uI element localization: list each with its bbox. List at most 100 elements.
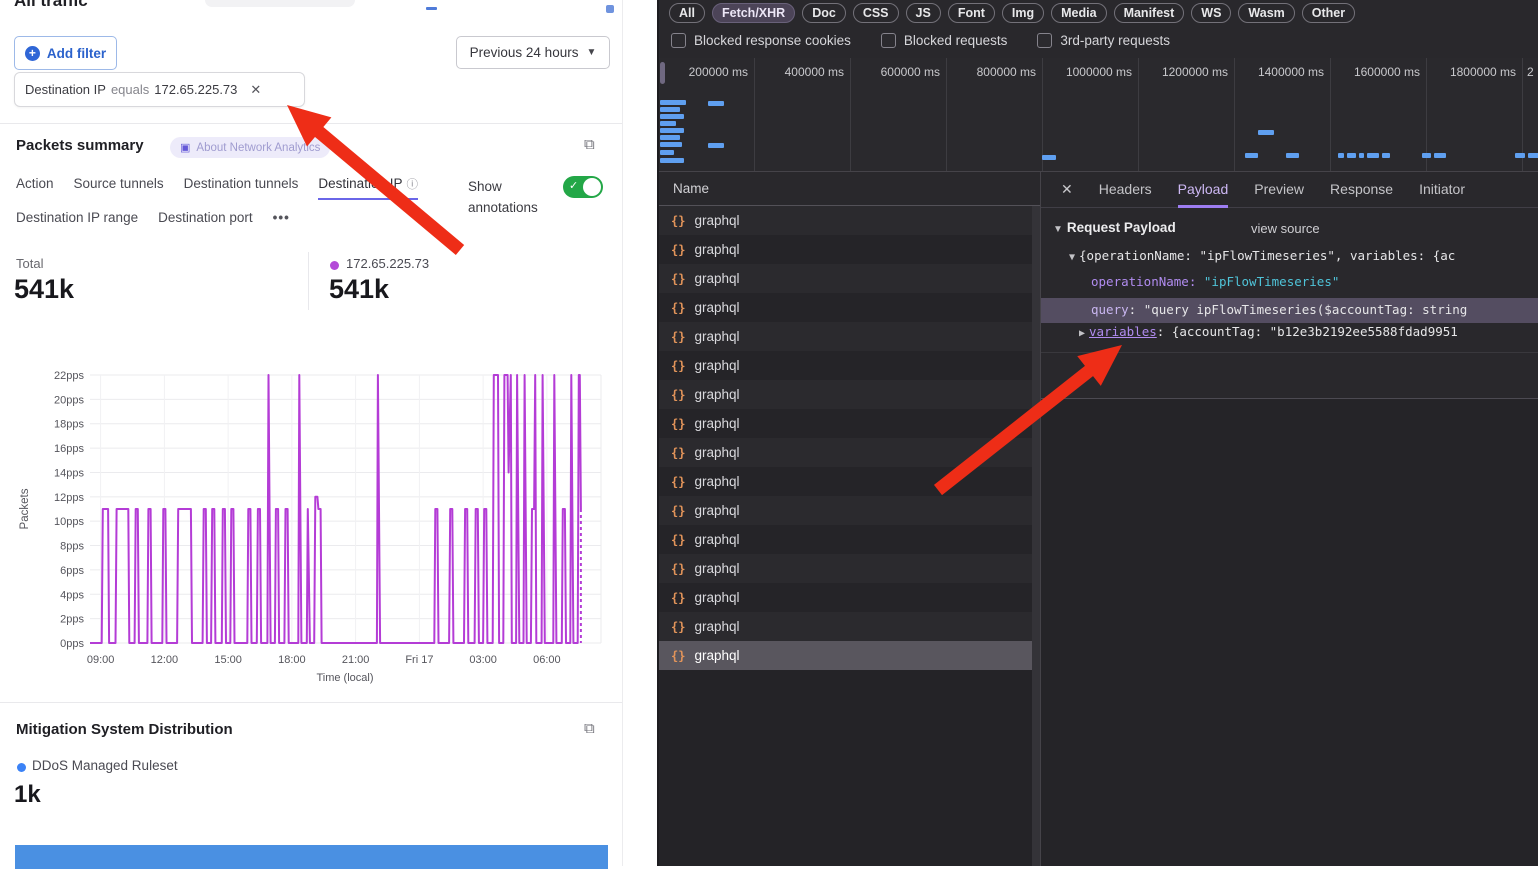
network-request-mark[interactable] xyxy=(660,135,680,140)
network-request-mark[interactable] xyxy=(660,128,684,133)
payload-variables-row[interactable]: ▶variables: {accountTag: "b12e3b2192ee55… xyxy=(1079,324,1458,339)
network-request-row[interactable]: {}graphql xyxy=(659,525,1040,554)
close-icon[interactable]: ✕ xyxy=(1061,181,1073,198)
toggle-knob xyxy=(583,178,601,196)
network-request-mark[interactable] xyxy=(1515,153,1525,158)
network-request-mark[interactable] xyxy=(1042,155,1056,160)
annotations-toggle[interactable]: ✓ xyxy=(563,176,603,198)
name-column-header[interactable]: Name xyxy=(659,172,1040,206)
timeline-scrub-handle[interactable] xyxy=(660,62,665,84)
expand-card-icon[interactable]: ⧉ xyxy=(584,136,595,153)
network-request-mark[interactable] xyxy=(660,114,684,119)
more-tabs-button[interactable]: ••• xyxy=(273,210,290,231)
view-source-link[interactable]: view source xyxy=(1251,221,1320,236)
network-request-row[interactable]: {}graphql xyxy=(659,438,1040,467)
json-icon: {} xyxy=(671,620,685,634)
network-overview-timeline[interactable]: 200000 ms400000 ms600000 ms800000 ms1000… xyxy=(659,58,1538,172)
tab-action[interactable]: Action xyxy=(16,176,54,200)
details-tab-payload[interactable]: Payload xyxy=(1178,172,1229,208)
network-request-row[interactable]: {}graphql xyxy=(659,467,1040,496)
network-request-mark[interactable] xyxy=(660,150,674,155)
network-request-mark[interactable] xyxy=(1359,153,1364,158)
tab-destination-ip-range[interactable]: Destination IP range xyxy=(16,210,138,231)
remove-filter-icon[interactable]: ✕ xyxy=(250,82,261,98)
network-request-row[interactable]: {}graphql xyxy=(659,409,1040,438)
filter-pill-media[interactable]: Media xyxy=(1051,3,1106,23)
checkbox-label: 3rd-party requests xyxy=(1060,33,1170,48)
network-request-row[interactable]: {} graphql xyxy=(659,612,1040,641)
checkbox-blocked-requests[interactable]: Blocked requests xyxy=(881,33,1008,48)
caret-right-icon: ▶ xyxy=(1079,328,1085,339)
timeline-tick-label: 1000000 ms xyxy=(1066,65,1132,79)
network-request-mark[interactable] xyxy=(660,100,686,105)
network-request-mark[interactable] xyxy=(1258,130,1274,135)
network-request-mark[interactable] xyxy=(660,142,682,147)
request-payload-section[interactable]: ▼Request Payload xyxy=(1053,220,1176,235)
filter-pill-all[interactable]: All xyxy=(669,3,705,23)
filter-pill-fetch-xhr[interactable]: Fetch/XHR xyxy=(712,3,795,23)
network-request-row[interactable]: {}graphql xyxy=(659,380,1040,409)
network-request-mark[interactable] xyxy=(1434,153,1446,158)
add-filter-button[interactable]: + Add filter xyxy=(14,36,117,70)
about-network-analytics-chip[interactable]: ▣ About Network Analytics xyxy=(170,137,330,158)
network-request-mark[interactable] xyxy=(1338,153,1344,158)
network-request-mark[interactable] xyxy=(660,158,684,163)
details-tab-response[interactable]: Response xyxy=(1330,172,1393,208)
expand-card-icon[interactable]: ⧉ xyxy=(584,720,595,737)
network-request-row[interactable]: {}graphql xyxy=(659,496,1040,525)
total-label: Total xyxy=(16,256,43,271)
details-tab-initiator[interactable]: Initiator xyxy=(1419,172,1465,208)
network-request-row[interactable]: {}graphql xyxy=(659,206,1040,235)
total-value: 541k xyxy=(14,274,74,305)
filter-pill-js[interactable]: JS xyxy=(906,3,941,23)
network-request-row[interactable]: {}graphql xyxy=(659,554,1040,583)
filter-chip[interactable]: Destination IP equals 172.65.225.73 ✕ xyxy=(14,72,305,107)
network-request-mark[interactable] xyxy=(1367,153,1379,158)
tab-destination-port[interactable]: Destination port xyxy=(158,210,253,231)
tab-destination-tunnels[interactable]: Destination tunnels xyxy=(184,176,299,200)
details-tab-headers[interactable]: Headers xyxy=(1099,172,1152,208)
scrollbar-track[interactable] xyxy=(1032,206,1040,866)
svg-text:12pps: 12pps xyxy=(54,492,84,504)
filter-pill-css[interactable]: CSS xyxy=(853,3,899,23)
network-request-mark[interactable] xyxy=(708,101,724,106)
request-name-label: graphql xyxy=(694,619,739,634)
tab-source-tunnels[interactable]: Source tunnels xyxy=(74,176,164,200)
network-request-row[interactable]: {}graphql xyxy=(659,293,1040,322)
chevron-down-icon: ▼ xyxy=(586,47,596,58)
network-request-mark[interactable] xyxy=(1382,153,1390,158)
svg-text:18:00: 18:00 xyxy=(278,654,306,666)
filter-pill-ws[interactable]: WS xyxy=(1191,3,1231,23)
network-request-mark[interactable] xyxy=(660,121,676,126)
network-request-row[interactable]: {}graphql xyxy=(659,235,1040,264)
network-request-mark[interactable] xyxy=(1286,153,1299,158)
network-request-mark[interactable] xyxy=(1347,153,1356,158)
filter-pill-font[interactable]: Font xyxy=(948,3,995,23)
filter-pill-manifest[interactable]: Manifest xyxy=(1114,3,1185,23)
network-request-mark[interactable] xyxy=(660,107,680,112)
network-request-row[interactable]: {}graphql xyxy=(659,264,1040,293)
network-request-row[interactable]: {}graphql xyxy=(659,322,1040,351)
filter-pill-doc[interactable]: Doc xyxy=(802,3,846,23)
filter-pill-other[interactable]: Other xyxy=(1302,3,1355,23)
caret-down-icon: ▼ xyxy=(1069,252,1075,263)
tab-destination-ip[interactable]: Destination IPⓘ xyxy=(318,176,418,200)
network-request-mark[interactable] xyxy=(1245,153,1258,158)
payload-summary-row[interactable]: ▼{operationName: "ipFlowTimeseries", var… xyxy=(1069,248,1455,263)
checkbox-blocked-response-cookies[interactable]: Blocked response cookies xyxy=(671,33,851,48)
request-name-label: graphql xyxy=(694,271,739,286)
network-request-row[interactable]: {}graphql xyxy=(659,641,1040,670)
network-request-mark[interactable] xyxy=(1422,153,1431,158)
network-request-row[interactable]: {}graphql xyxy=(659,583,1040,612)
filter-pill-wasm[interactable]: Wasm xyxy=(1238,3,1294,23)
network-request-mark[interactable] xyxy=(708,143,724,148)
checkbox-3rd-party-requests[interactable]: 3rd-party requests xyxy=(1037,33,1170,48)
payload-query-row[interactable]: query: "query ipFlowTimeseries($accountT… xyxy=(1041,298,1538,323)
filter-pill-img[interactable]: Img xyxy=(1002,3,1044,23)
payload-kv-row: operationName: "ipFlowTimeseries" xyxy=(1091,274,1339,289)
network-request-mark[interactable] xyxy=(1528,153,1538,158)
details-tab-preview[interactable]: Preview xyxy=(1254,172,1304,208)
svg-text:10pps: 10pps xyxy=(54,516,84,528)
time-range-dropdown[interactable]: Previous 24 hours ▼ xyxy=(456,36,610,69)
network-request-row[interactable]: {}graphql xyxy=(659,351,1040,380)
